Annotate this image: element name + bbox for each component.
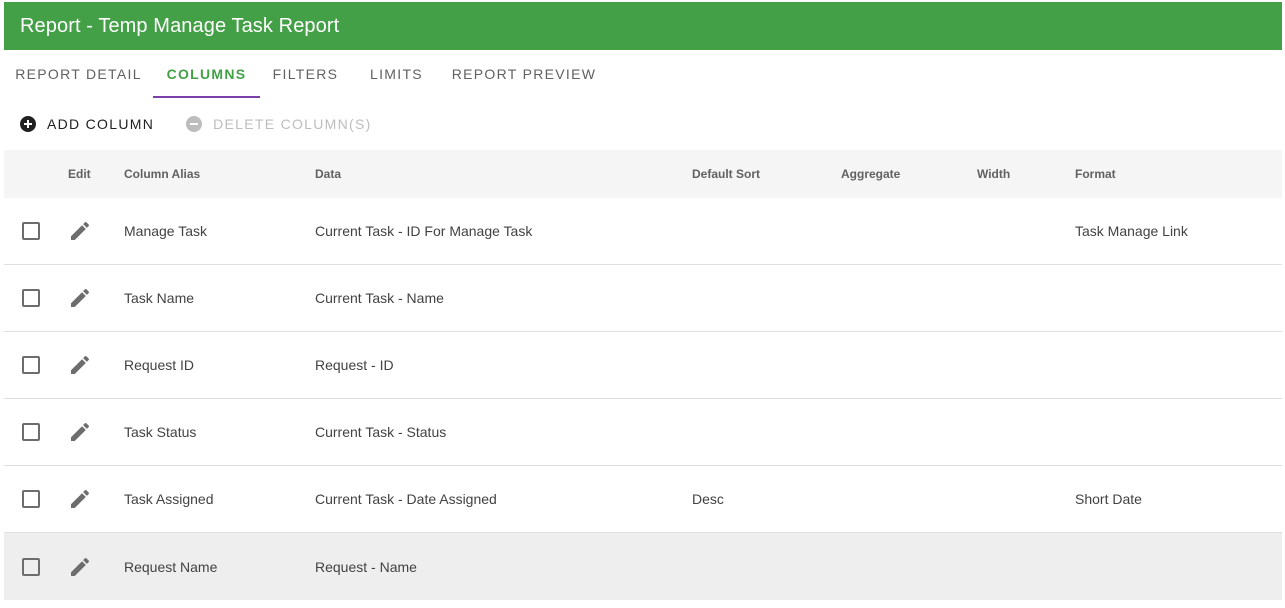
row-checkbox[interactable] <box>22 222 40 240</box>
header-width[interactable]: Width <box>977 150 1010 198</box>
table-row[interactable]: Task Name Current Task - Name <box>4 265 1282 332</box>
add-column-label: ADD COLUMN <box>47 116 155 132</box>
table-row[interactable]: Request Name Request - Name <box>4 533 1282 600</box>
tab-label: REPORT PREVIEW <box>451 66 597 82</box>
table-row[interactable]: Task Assigned Current Task - Date Assign… <box>4 466 1282 533</box>
cell-column-alias: Task Assigned <box>124 491 214 507</box>
plus-circle-icon <box>20 116 36 132</box>
tab-report-detail[interactable]: REPORT DETAIL <box>4 50 153 98</box>
tab-columns[interactable]: COLUMNS <box>153 50 260 98</box>
row-checkbox[interactable] <box>22 490 40 508</box>
cell-data: Current Task - ID For Manage Task <box>315 223 533 239</box>
table-row[interactable]: Request ID Request - ID <box>4 332 1282 399</box>
tab-label: LIMITS <box>370 66 423 82</box>
tab-report-preview[interactable]: REPORT PREVIEW <box>442 50 606 98</box>
pencil-icon[interactable] <box>68 353 92 377</box>
row-checkbox[interactable] <box>22 557 40 576</box>
header-aggregate[interactable]: Aggregate <box>841 150 900 198</box>
cell-data: Current Task - Status <box>315 424 447 440</box>
delete-columns-label: DELETE COLUMN(S) <box>213 116 372 132</box>
cell-column-alias: Task Status <box>124 424 197 440</box>
tab-filters[interactable]: FILTERS <box>260 50 351 98</box>
cell-column-alias: Request ID <box>124 357 195 373</box>
minus-circle-icon <box>186 116 203 132</box>
page-title: Report - Temp Manage Task Report <box>20 14 340 37</box>
row-checkbox[interactable] <box>22 289 40 307</box>
pencil-icon[interactable] <box>68 487 92 511</box>
tab-bar: REPORT DETAIL COLUMNS FILTERS LIMITS REP… <box>4 50 1282 98</box>
page-header: Report - Temp Manage Task Report <box>4 2 1282 50</box>
add-column-button[interactable]: ADD COLUMN <box>4 106 170 142</box>
tab-label: FILTERS <box>272 66 339 82</box>
table-row[interactable]: Manage Task Current Task - ID For Manage… <box>4 198 1282 265</box>
header-default-sort[interactable]: Default Sort <box>692 150 760 198</box>
columns-table: Edit Column Alias Data Default Sort Aggr… <box>4 150 1282 600</box>
cell-format: Task Manage Link <box>1075 223 1188 239</box>
tab-limits[interactable]: LIMITS <box>351 50 442 98</box>
tab-label: REPORT DETAIL <box>15 66 142 82</box>
pencil-icon[interactable] <box>68 420 92 444</box>
row-checkbox[interactable] <box>22 423 40 441</box>
cell-default-sort: Desc <box>692 491 724 507</box>
table-header-row: Edit Column Alias Data Default Sort Aggr… <box>4 150 1282 198</box>
column-toolbar: ADD COLUMN DELETE COLUMN(S) <box>4 106 388 142</box>
delete-columns-button[interactable]: DELETE COLUMN(S) <box>170 106 387 142</box>
header-format[interactable]: Format <box>1075 150 1116 198</box>
table-row[interactable]: Task Status Current Task - Status <box>4 399 1282 466</box>
pencil-icon[interactable] <box>68 555 92 579</box>
pencil-icon[interactable] <box>68 219 92 243</box>
active-tab-indicator <box>153 96 260 98</box>
header-data[interactable]: Data <box>315 150 341 198</box>
cell-format: Short Date <box>1075 491 1142 507</box>
cell-column-alias: Task Name <box>124 290 195 306</box>
tab-label: COLUMNS <box>166 66 247 82</box>
cell-column-alias: Request Name <box>124 558 218 575</box>
pencil-icon[interactable] <box>68 286 92 310</box>
cell-data: Current Task - Name <box>315 290 444 306</box>
cell-column-alias: Manage Task <box>124 223 208 239</box>
cell-data: Current Task - Date Assigned <box>315 491 497 507</box>
row-checkbox[interactable] <box>22 356 40 374</box>
cell-data: Request - ID <box>315 357 394 373</box>
cell-data: Request - Name <box>315 558 417 575</box>
header-edit: Edit <box>68 167 91 181</box>
header-column-alias[interactable]: Column Alias <box>124 150 200 198</box>
